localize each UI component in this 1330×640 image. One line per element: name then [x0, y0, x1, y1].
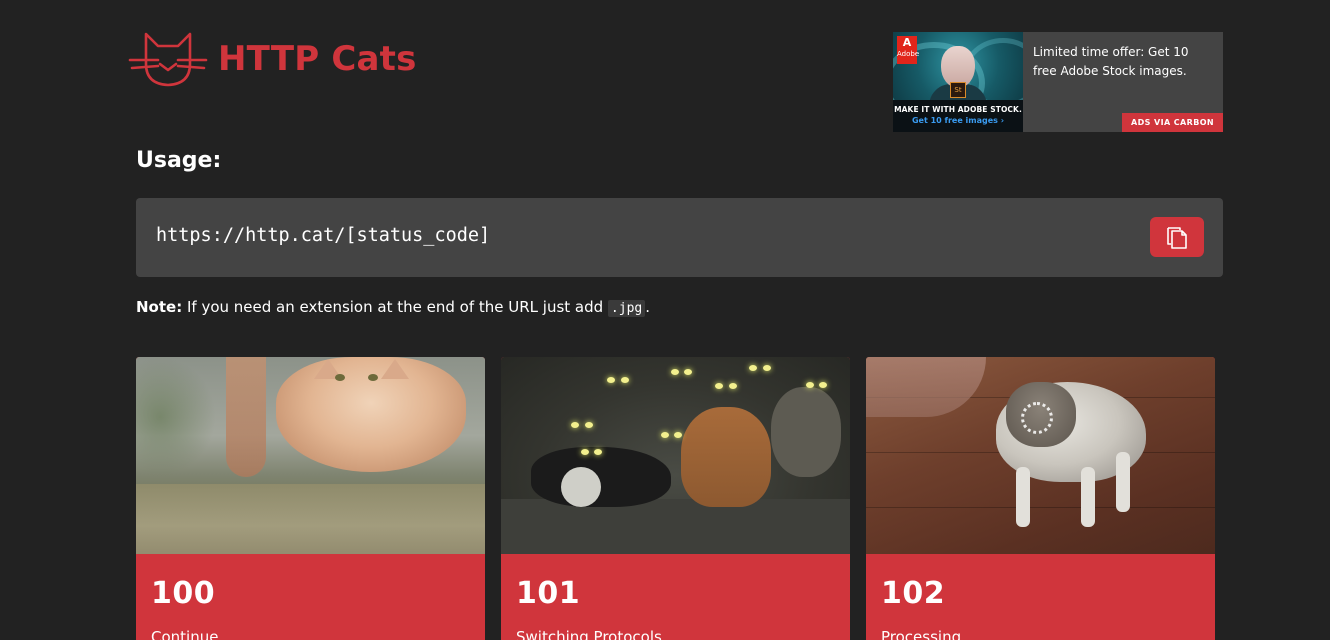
image-grass: [136, 484, 485, 554]
status-code: 101: [516, 576, 581, 611]
adobe-stock-icon: St: [950, 82, 966, 98]
image-glowing-eye: [763, 365, 771, 371]
status-label: Processing: [881, 628, 962, 640]
usage-note: Note: If you need an extension at the en…: [136, 298, 651, 317]
image-glowing-eye: [715, 383, 723, 389]
image-cat-black: [531, 447, 671, 507]
adobe-logo-icon: A Adobe: [897, 36, 919, 64]
note-text: If you need an extension at the end of t…: [182, 298, 608, 316]
ad-text-area[interactable]: Limited time offer: Get 10 free Adobe St…: [1023, 32, 1223, 132]
image-cat-orange: [681, 407, 771, 507]
image-glowing-eye: [571, 422, 579, 428]
ad-image-cta[interactable]: Get 10 free images ›: [893, 116, 1023, 125]
image-cat-leg: [1116, 452, 1130, 512]
note-extension-code: .jpg: [607, 300, 646, 317]
image-glowing-eye: [749, 365, 757, 371]
status-label: Continue: [151, 628, 219, 640]
ad-image-headline: MAKE IT WITH ADOBE STOCK.: [894, 105, 1022, 114]
status-code: 102: [881, 576, 946, 611]
status-card-102[interactable]: 102 Processing: [866, 357, 1215, 640]
image-cat-white-patch: [561, 467, 601, 507]
image-glowing-eye: [806, 382, 814, 388]
cat-image-100: [136, 357, 485, 554]
image-glowing-eye: [585, 422, 593, 428]
ad-image[interactable]: A Adobe St MAKE IT WITH ADOBE STOCK. Get …: [893, 32, 1023, 132]
status-card-100[interactable]: 100 Continue: [136, 357, 485, 640]
page: HTTP Cats A Adobe St MAKE IT WITH ADOBE S…: [0, 0, 1330, 640]
image-glowing-eye: [581, 449, 589, 455]
note-label: Note:: [136, 298, 183, 316]
site-title: HTTP Cats: [218, 39, 417, 79]
url-template: https://http.cat/[status_code]: [156, 225, 491, 246]
image-glowing-eye: [621, 377, 629, 383]
cat-image-101: [501, 357, 850, 554]
loading-spinner-icon: [1021, 402, 1053, 434]
status-label: Switching Protocols: [516, 628, 662, 640]
copy-icon: [1167, 227, 1187, 249]
image-rug: [866, 357, 986, 417]
image-glowing-eye: [684, 369, 692, 375]
carbon-ad[interactable]: A Adobe St MAKE IT WITH ADOBE STOCK. Get …: [893, 32, 1223, 132]
image-cat-leg: [1016, 467, 1030, 527]
cat-image-102: [866, 357, 1215, 554]
copy-button[interactable]: [1150, 217, 1204, 257]
image-cat-ear: [381, 359, 409, 379]
image-glowing-eye: [594, 449, 602, 455]
image-floor: [501, 499, 850, 554]
image-glowing-eye: [607, 377, 615, 383]
image-glowing-eye: [661, 432, 669, 438]
image-glowing-eye: [729, 383, 737, 389]
image-glowing-eye: [819, 382, 827, 388]
cat-logo-icon: [128, 32, 208, 87]
ad-image-caption: MAKE IT WITH ADOBE STOCK. Get 10 free im…: [893, 100, 1023, 132]
image-cat-eye: [335, 374, 345, 381]
image-cat-eye: [368, 374, 378, 381]
note-end: .: [645, 298, 651, 316]
image-glowing-eye: [674, 432, 682, 438]
image-glowing-eye: [671, 369, 679, 375]
image-cat-leg: [1081, 467, 1095, 527]
status-code: 100: [151, 576, 216, 611]
usage-code-box: https://http.cat/[status_code]: [136, 198, 1223, 277]
image-foliage: [136, 357, 216, 477]
image-cat-gray: [771, 387, 841, 477]
image-floor-board: [866, 507, 1215, 508]
status-card-101[interactable]: 101 Switching Protocols: [501, 357, 850, 640]
site-logo-link[interactable]: HTTP Cats: [128, 30, 417, 88]
image-leg: [226, 357, 266, 477]
ads-via-carbon-link[interactable]: ADS VIA CARBON: [1122, 113, 1223, 132]
usage-heading: Usage:: [136, 148, 222, 173]
ad-text[interactable]: Limited time offer: Get 10 free Adobe St…: [1033, 45, 1189, 78]
